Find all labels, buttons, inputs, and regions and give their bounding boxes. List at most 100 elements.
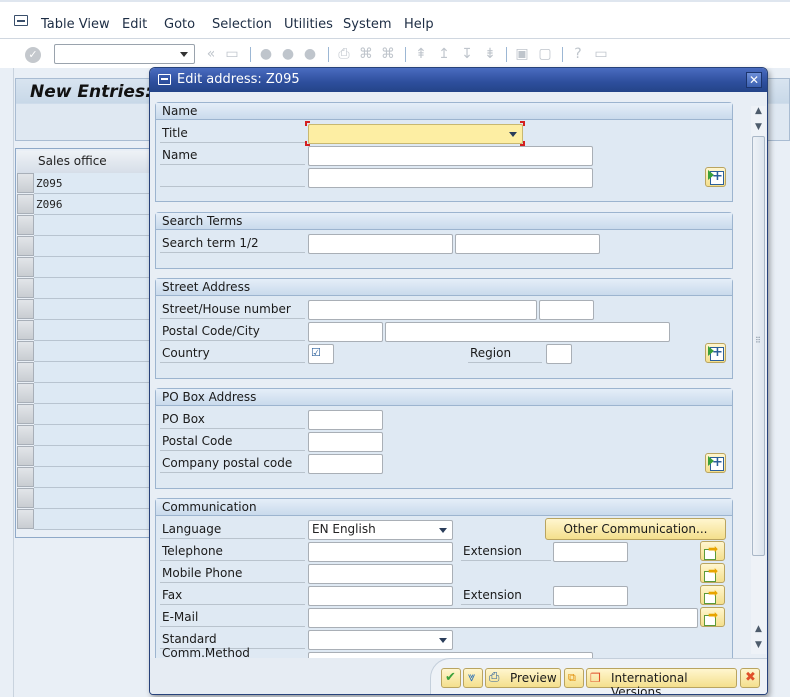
- row-selector[interactable]: [17, 362, 34, 382]
- cancel-button[interactable]: ✖: [740, 668, 760, 688]
- title-dropdown[interactable]: [308, 124, 523, 144]
- menu-selection[interactable]: Selection: [212, 17, 272, 32]
- copy-button[interactable]: ⩔: [463, 668, 483, 688]
- next-page-icon[interactable]: ↧: [459, 46, 475, 62]
- name2-field[interactable]: [308, 168, 593, 188]
- menu-edit[interactable]: Edit: [122, 17, 147, 32]
- find-next-icon[interactable]: ⌘: [380, 46, 396, 62]
- table-row[interactable]: [34, 404, 149, 425]
- table-row[interactable]: [34, 509, 149, 530]
- row-selector[interactable]: [17, 404, 34, 424]
- more-fields-button[interactable]: [705, 167, 726, 187]
- po-box-field[interactable]: [308, 410, 383, 430]
- row-selector[interactable]: [17, 446, 34, 466]
- name-field[interactable]: [308, 146, 593, 166]
- table-row[interactable]: [34, 320, 149, 341]
- help-icon[interactable]: ?: [570, 46, 586, 62]
- system-menu-icon[interactable]: [14, 15, 28, 26]
- row-selector[interactable]: [17, 236, 34, 256]
- region-field[interactable]: [546, 344, 572, 364]
- find-icon[interactable]: ⌘: [358, 46, 374, 62]
- first-page-icon[interactable]: ⇞: [413, 46, 429, 62]
- chevron-down-icon[interactable]: [180, 52, 188, 57]
- table-row[interactable]: [34, 341, 149, 362]
- back-nav-icon[interactable]: ●: [258, 46, 274, 62]
- row-selector[interactable]: [17, 257, 34, 277]
- house-number-field[interactable]: [539, 300, 594, 320]
- search-term-1-field[interactable]: [308, 234, 453, 254]
- telephone-field[interactable]: [308, 542, 453, 562]
- print-icon[interactable]: ⎙: [336, 46, 352, 62]
- table-row[interactable]: [34, 467, 149, 488]
- postal-code-field[interactable]: [308, 322, 383, 342]
- row-selector[interactable]: [17, 299, 34, 319]
- close-icon[interactable]: ✕: [746, 72, 762, 88]
- row-selector[interactable]: [17, 488, 34, 508]
- telephone-extension-field[interactable]: [553, 542, 628, 562]
- row-selector[interactable]: [17, 425, 34, 445]
- menu-utilities[interactable]: Utilities: [284, 17, 333, 32]
- shortcut-icon[interactable]: ▢: [537, 46, 553, 62]
- scrollbar-thumb[interactable]: [752, 136, 765, 556]
- row-selector[interactable]: [17, 383, 34, 403]
- preview-button[interactable]: ⎙ Preview: [485, 668, 561, 688]
- exit-icon[interactable]: ●: [280, 46, 296, 62]
- search-term-2-field[interactable]: [455, 234, 600, 254]
- save-icon[interactable]: ▭: [224, 46, 240, 62]
- column-header-sales-office[interactable]: Sales office: [33, 151, 153, 173]
- command-field[interactable]: [54, 44, 195, 64]
- row-selector[interactable]: [17, 194, 34, 214]
- table-row[interactable]: [34, 299, 149, 320]
- chevron-down-icon[interactable]: [439, 528, 447, 533]
- confirm-button[interactable]: ✔: [441, 668, 461, 688]
- city-field[interactable]: [385, 322, 670, 342]
- chevron-down-icon[interactable]: [439, 638, 447, 643]
- fax-field[interactable]: [308, 586, 453, 606]
- window-menu-icon[interactable]: [158, 74, 171, 85]
- fax-extension-field[interactable]: [553, 586, 628, 606]
- po-postal-code-field[interactable]: [308, 432, 383, 452]
- other-communication-button[interactable]: Other Communication...: [545, 518, 726, 540]
- table-row[interactable]: [34, 425, 149, 446]
- row-selector[interactable]: [17, 509, 34, 529]
- company-postal-code-field[interactable]: [308, 454, 383, 474]
- row-selector[interactable]: [17, 278, 34, 298]
- address-version-button[interactable]: ⧉: [564, 668, 584, 688]
- row-selector[interactable]: [17, 173, 34, 193]
- table-row[interactable]: [34, 278, 149, 299]
- cancel-icon[interactable]: ●: [302, 46, 318, 62]
- more-address-fields-button[interactable]: [705, 343, 726, 363]
- table-row[interactable]: [34, 215, 149, 236]
- enter-icon[interactable]: ✓: [25, 47, 41, 63]
- back-icon[interactable]: «: [203, 46, 219, 62]
- table-row[interactable]: [34, 488, 149, 509]
- scroll-up-icon[interactable]: ▲: [751, 622, 766, 637]
- menu-help[interactable]: Help: [404, 17, 434, 32]
- select-all-button[interactable]: [17, 151, 34, 173]
- row-selector[interactable]: [17, 320, 34, 340]
- mobile-field[interactable]: [308, 564, 453, 584]
- menu-table-view[interactable]: Table View: [41, 17, 110, 32]
- street-field[interactable]: [308, 300, 537, 320]
- row-selector[interactable]: [17, 341, 34, 361]
- scroll-down-icon[interactable]: ▼: [751, 120, 766, 135]
- table-row[interactable]: Z096: [34, 194, 149, 215]
- row-selector[interactable]: [17, 467, 34, 487]
- chevron-down-icon[interactable]: [509, 132, 517, 137]
- prev-page-icon[interactable]: ↥: [436, 46, 452, 62]
- scroll-up-icon[interactable]: ▲: [751, 104, 766, 119]
- email-field[interactable]: [308, 608, 698, 628]
- table-row[interactable]: [34, 257, 149, 278]
- new-session-icon[interactable]: ▣: [514, 46, 530, 62]
- table-row[interactable]: [34, 446, 149, 467]
- country-field[interactable]: ☑: [308, 344, 334, 364]
- telephone-more-button[interactable]: [700, 541, 725, 561]
- menu-system[interactable]: System: [343, 17, 391, 32]
- table-row[interactable]: [34, 362, 149, 383]
- more-po-box-fields-button[interactable]: [705, 453, 726, 473]
- international-versions-button[interactable]: ❐ International Versions: [586, 668, 737, 694]
- table-row[interactable]: Z095: [34, 173, 149, 194]
- table-row[interactable]: [34, 383, 149, 404]
- std-comm-method-dropdown[interactable]: [308, 630, 453, 650]
- fax-more-button[interactable]: [700, 585, 725, 605]
